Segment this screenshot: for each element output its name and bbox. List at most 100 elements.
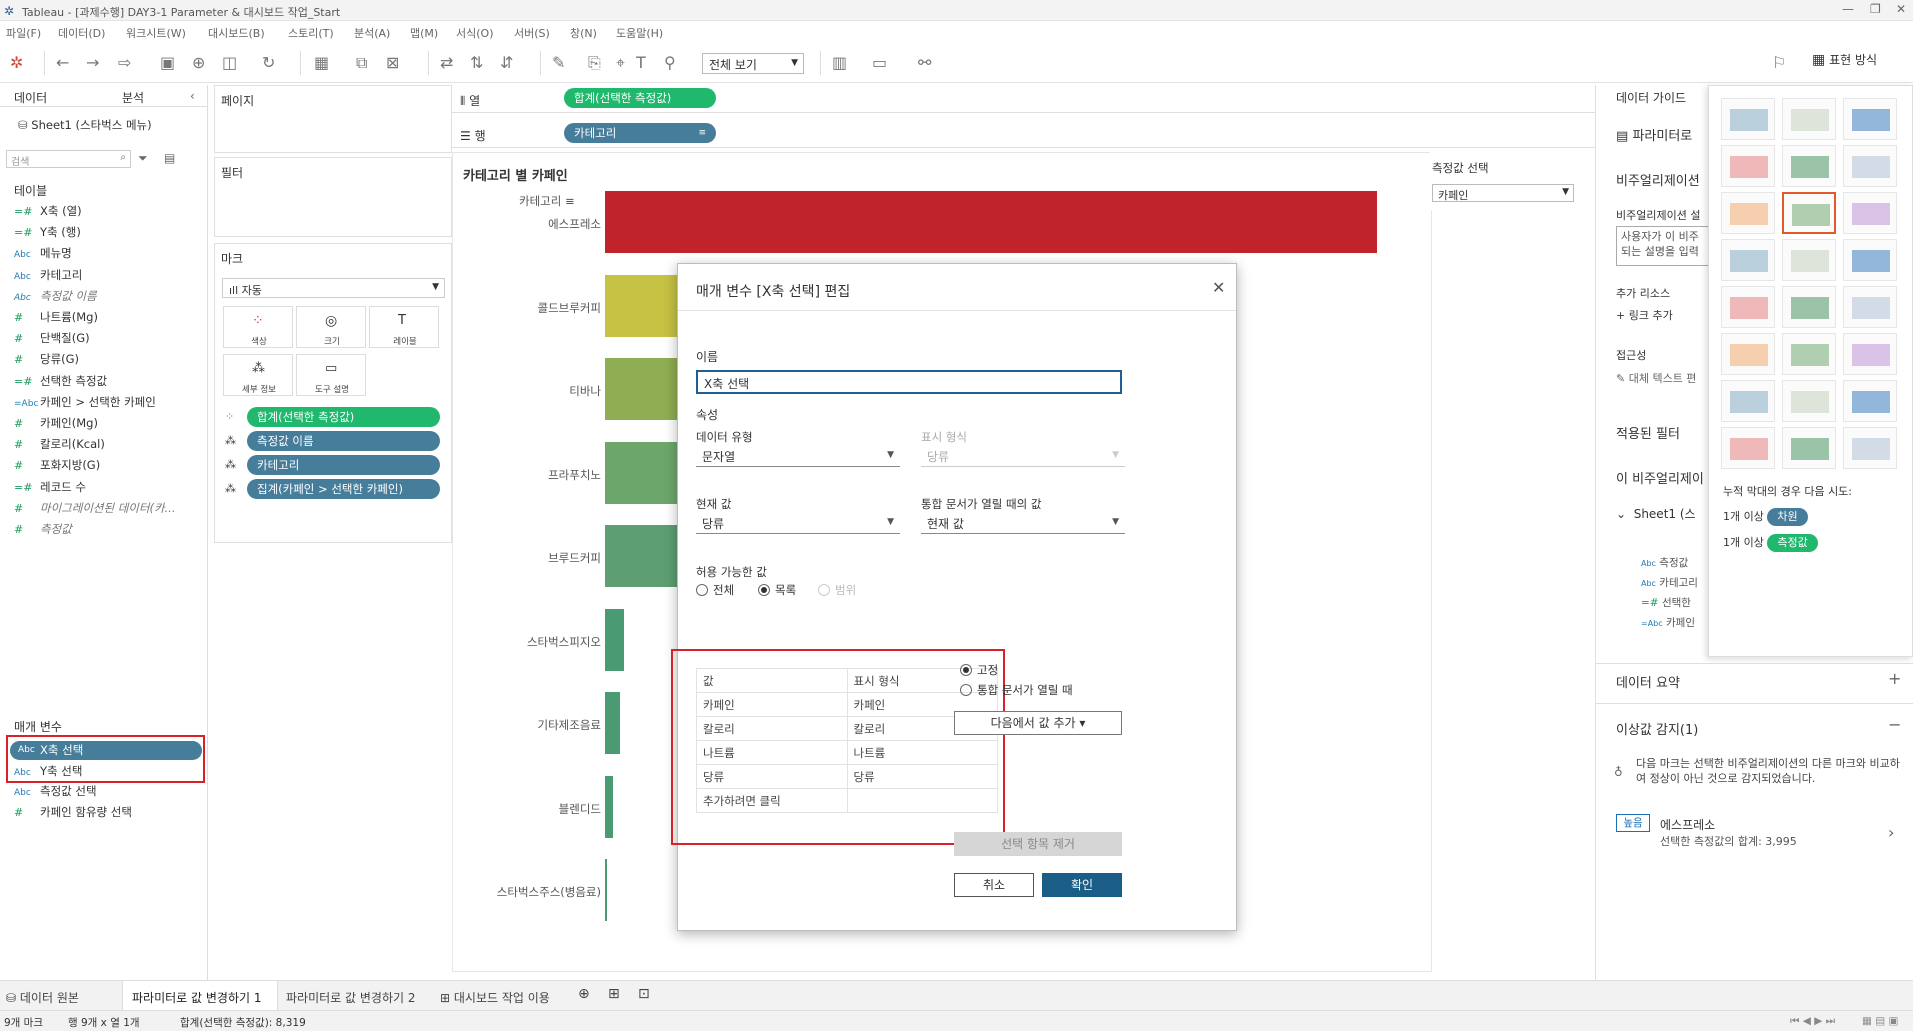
current-value-select[interactable]: 당류 ▼ [696, 512, 900, 534]
allowed-list-radio[interactable]: 목록 [758, 582, 796, 598]
mark-pill-color[interactable]: 합계(선택한 측정값) [247, 407, 440, 427]
field-item[interactable]: # 단백질(G) [14, 329, 90, 347]
menu-format[interactable]: 서식(O) [456, 25, 493, 41]
table-row[interactable]: 칼로리 칼로리 [696, 716, 998, 741]
chart-type-thumbnail[interactable] [1782, 380, 1836, 422]
param-guide-button[interactable]: ▤ 파라미터로 [1616, 125, 1692, 144]
show-cards-icon[interactable]: ▥ [832, 53, 847, 73]
field-item[interactable]: Abc 측정값 이름 [14, 287, 97, 305]
name-input[interactable]: X축 선택 [696, 370, 1122, 394]
pin-icon[interactable]: ⚲ [664, 53, 676, 73]
filters-shelf[interactable]: 필터 [214, 157, 452, 237]
bar-mark[interactable] [605, 775, 613, 838]
new-dashboard-icon[interactable]: ⊞ [608, 986, 620, 1002]
new-sheet-icon[interactable]: ⊕ [578, 986, 590, 1002]
mark-pill-category[interactable]: 카테고리 [247, 455, 440, 475]
field-item[interactable]: # 마이그레이션된 데이터(카... [14, 499, 176, 517]
view-options-icon[interactable]: ▤ [164, 151, 175, 165]
when-open-radio[interactable]: 통합 문서가 열릴 때 [960, 682, 1073, 698]
param-caffeine[interactable]: # 카페인 함유량 선택 [14, 803, 132, 821]
new-datasource-icon[interactable]: ⊕ [192, 53, 205, 73]
rows-shelf[interactable]: ☰ 행 카테고리 ≡ [452, 120, 1595, 148]
menu-help[interactable]: 도움말(H) [616, 25, 663, 41]
menu-server[interactable]: 서버(S) [514, 25, 550, 41]
field-item[interactable]: Abc 카테고리 [14, 266, 82, 284]
detail-button[interactable]: ⁂ 세부 정보 [223, 354, 293, 396]
chart-type-thumbnail[interactable] [1843, 333, 1897, 375]
measure-select-dropdown[interactable]: 카페인 ▼ [1432, 184, 1574, 202]
viz-desc-textarea[interactable]: 사용자가 이 비주 되는 설명을 입력 [1616, 226, 1716, 266]
dtype-select[interactable]: 문자열 ▼ [696, 445, 900, 467]
save-icon[interactable]: ▣ [160, 53, 175, 73]
chart-type-thumbnail[interactable] [1782, 333, 1836, 375]
add-link-button[interactable]: + 링크 추가 [1616, 307, 1673, 323]
chart-type-thumbnail[interactable] [1721, 333, 1775, 375]
color-button[interactable]: ⁘ 색상 [223, 306, 293, 348]
bar-mark[interactable] [605, 692, 621, 754]
text-icon[interactable]: T [636, 53, 646, 73]
search-input[interactable]: 검색 ⌕ [6, 150, 131, 168]
add-values-from-button[interactable]: 다음에서 값 추가 ▾ [954, 711, 1122, 735]
display-cell[interactable]: 당류 [846, 764, 998, 789]
maximize-icon[interactable]: ❐ [1870, 2, 1881, 16]
presentation-icon[interactable]: ▭ [872, 53, 887, 73]
menu-window[interactable]: 창(N) [570, 25, 597, 41]
field-item[interactable]: # 포화지방(G) [14, 456, 100, 474]
menu-dashboard[interactable]: 대시보드(B) [208, 25, 265, 41]
datasource-item[interactable]: ⛁ Sheet1 (스타벅스 메뉴) [18, 117, 152, 133]
close-icon[interactable]: ✕ [1212, 278, 1225, 297]
fixed-radio[interactable]: 고정 [960, 662, 998, 678]
size-button[interactable]: ◎ 크기 [296, 306, 366, 348]
clear-sheet-icon[interactable]: ⊠ [386, 53, 399, 73]
sheet1-tree[interactable]: ⌄ Sheet1 (스 [1616, 505, 1696, 522]
cancel-button[interactable]: 취소 [954, 873, 1034, 897]
menu-story[interactable]: 스토리(T) [288, 25, 334, 41]
fit-select[interactable]: 전체 보기 ▼ [702, 53, 804, 74]
chart-type-thumbnail[interactable] [1782, 145, 1836, 187]
tab-dashboard[interactable]: ⊞ 대시보드 작업 이용 [440, 989, 550, 1006]
value-cell[interactable]: 당류 [696, 764, 848, 789]
bar-mark[interactable] [605, 608, 625, 671]
tab-data[interactable]: 데이터 [14, 89, 47, 106]
param-y-select[interactable]: Abc Y축 선택 [14, 762, 82, 780]
swap-icon[interactable]: ⇄ [440, 53, 453, 73]
tooltip-button[interactable]: ▭ 도구 설명 [296, 354, 366, 396]
chart-type-thumbnail[interactable] [1843, 427, 1897, 469]
collapse-icon[interactable]: ‹ [190, 89, 195, 103]
plus-icon[interactable]: + [1888, 669, 1901, 688]
chart-type-thumbnail[interactable] [1843, 145, 1897, 187]
field-item[interactable]: # 당류(G) [14, 350, 79, 368]
undo-icon[interactable]: ← [56, 53, 69, 73]
chart-type-thumbnail[interactable] [1782, 427, 1836, 469]
group-icon[interactable]: ⎘ [588, 53, 601, 73]
chart-type-thumbnail[interactable] [1721, 239, 1775, 281]
field-item[interactable]: # 카페인(Mg) [14, 414, 98, 432]
pages-shelf[interactable]: 페이지 [214, 85, 452, 153]
param-x-select[interactable]: Abc X축 선택 [10, 741, 202, 760]
chevron-right-icon[interactable]: › [1888, 823, 1894, 842]
alt-text-button[interactable]: ✎ 대체 텍스트 편 [1616, 370, 1696, 386]
mark-pill-measure-names[interactable]: 측정값 이름 [247, 431, 440, 451]
label-icon[interactable]: ⌖ [616, 53, 625, 73]
sort-desc-icon[interactable]: ⇵ [500, 53, 513, 73]
menu-data[interactable]: 데이터(D) [58, 25, 105, 41]
menu-map[interactable]: 맵(M) [410, 25, 438, 41]
tableau-start-icon[interactable]: ✲ [10, 53, 23, 73]
field-item[interactable]: # 나트륨(Mg) [14, 308, 98, 326]
chart-type-thumbnail[interactable] [1843, 380, 1897, 422]
share-icon[interactable]: ⚯ [918, 53, 931, 73]
duplicate-sheet-icon[interactable]: ⧉ [356, 53, 367, 73]
field-item[interactable]: =# X축 (열) [14, 202, 82, 220]
table-row[interactable]: 나트륨 나트륨 [696, 740, 998, 765]
field-item[interactable]: Abc 메뉴명 [14, 244, 72, 262]
refresh-icon[interactable]: ↻ [262, 53, 275, 73]
field-item[interactable]: # 칼로리(Kcal) [14, 435, 105, 453]
close-icon[interactable]: ✕ [1896, 2, 1906, 16]
mark-type-select[interactable]: ıll 자동 ▼ [222, 278, 445, 298]
grid-view-icon[interactable]: ▦ ▤ ▣ [1862, 1015, 1898, 1027]
menu-file[interactable]: 파일(F) [6, 25, 41, 41]
replay-icon[interactable]: ⇨ [118, 53, 131, 73]
pause-updates-icon[interactable]: ◫ [222, 53, 237, 73]
chart-type-thumbnail[interactable] [1843, 286, 1897, 328]
highlight-icon[interactable]: ✎ [552, 53, 565, 73]
